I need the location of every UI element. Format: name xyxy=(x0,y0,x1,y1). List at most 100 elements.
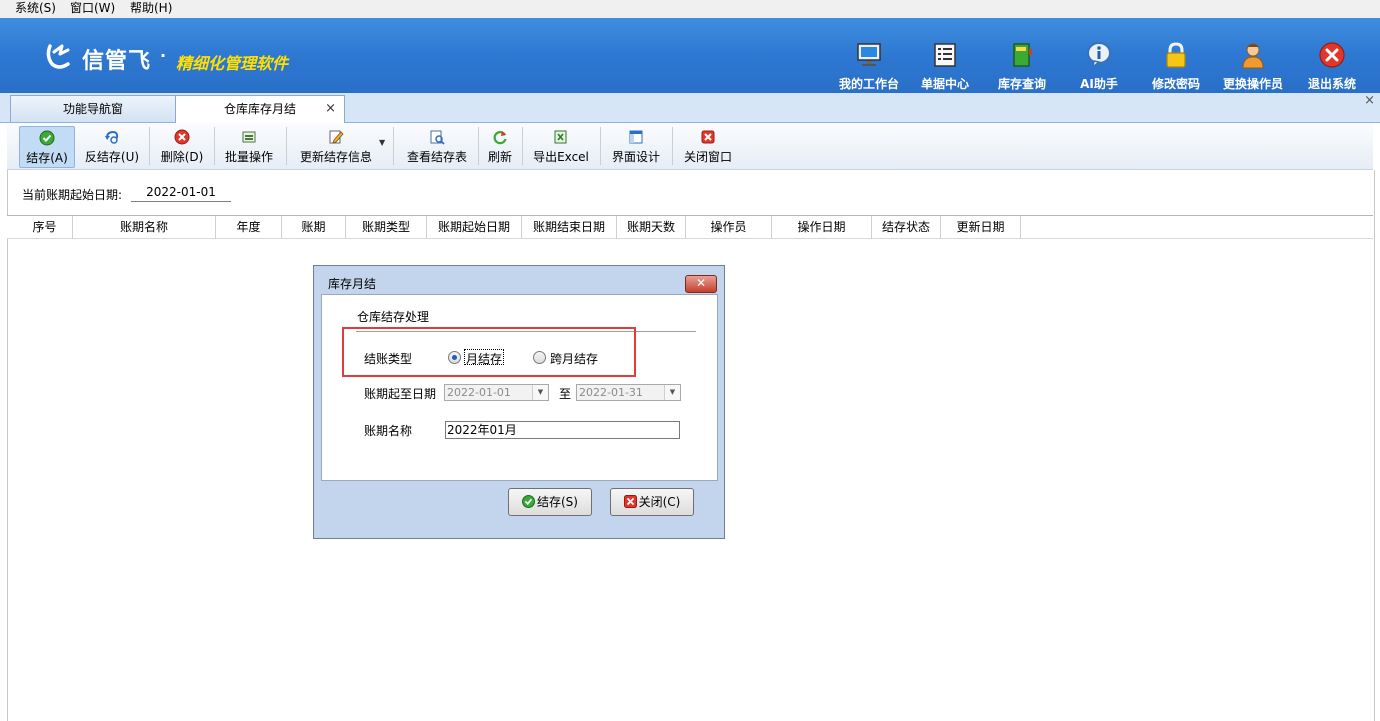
toolbar-label: 反结存(U) xyxy=(84,150,140,164)
period-name-label: 账期名称 xyxy=(364,424,413,438)
col-header-update-date[interactable]: 更新日期 xyxy=(941,216,1021,238)
dialog-section-title: 仓库结存处理 xyxy=(357,310,430,324)
toolbar-separator xyxy=(393,127,394,165)
dialog-close-button[interactable]: 关闭(C) xyxy=(610,488,694,516)
header-btn-documents[interactable]: 单据中心 xyxy=(907,38,983,92)
header-btn-label: 修改密码 xyxy=(1151,77,1200,91)
toolbar-label: 删除(D) xyxy=(160,150,204,164)
undo-icon xyxy=(105,130,119,144)
edit-icon xyxy=(329,130,344,144)
col-header-operate-date[interactable]: 操作日期 xyxy=(772,216,872,238)
header-btn-change-password[interactable]: 修改密码 xyxy=(1138,38,1214,92)
header-btn-ai-assistant[interactable]: AI助手 xyxy=(1061,38,1137,92)
toolbar-label: 更新结存信息 xyxy=(299,150,372,164)
tab-function-nav[interactable]: 功能导航窗 xyxy=(10,95,176,122)
tab-strip: 功能导航窗 仓库库存月结 × × xyxy=(0,93,1380,123)
dialog-save-label: 结存(S) xyxy=(537,495,578,509)
toolbar-export-excel-button[interactable]: 导出Excel xyxy=(527,126,595,166)
menu-window[interactable]: 窗口(W) xyxy=(70,1,115,16)
header-btn-stock-query[interactable]: 库存查询 xyxy=(984,38,1060,92)
radio-month-balance-label[interactable]: 月结存 xyxy=(466,350,502,367)
header-btn-workbench[interactable]: 我的工作台 xyxy=(831,38,907,92)
tab-label: 功能导航窗 xyxy=(62,102,123,116)
toolbar-label: 批量操作 xyxy=(224,150,273,164)
monitor-icon xyxy=(857,43,881,66)
toolbar-separator xyxy=(672,127,673,165)
dialog-title: 库存月结 xyxy=(328,277,377,291)
header-btn-label: 库存查询 xyxy=(997,77,1046,91)
book-icon xyxy=(1013,43,1032,67)
tab-label: 仓库库存月结 xyxy=(223,102,296,116)
menu-help[interactable]: 帮助(H) xyxy=(130,1,172,16)
period-name-input[interactable]: 2022年01月 xyxy=(445,421,680,439)
header-banner: 信管飞 · 精细化管理软件 我的工作台 单据中心 库存查询 AI助手 修改密码 … xyxy=(0,18,1380,93)
logo-icon xyxy=(46,44,70,69)
toolbar-layout-design-button[interactable]: 界面设计 xyxy=(605,126,667,166)
logo-text: 信管飞 xyxy=(82,49,152,74)
toolbar-label: 界面设计 xyxy=(611,150,660,164)
balance-type-label: 结账类型 xyxy=(364,352,413,366)
header-btn-label: 单据中心 xyxy=(920,77,969,91)
radio-cross-month-label[interactable]: 跨月结存 xyxy=(550,350,598,367)
end-date-value: 2022-01-31 xyxy=(579,386,643,399)
col-header-start-date[interactable]: 账期起始日期 xyxy=(427,216,522,238)
toolbar-label: 关闭窗口 xyxy=(683,150,732,164)
col-header-end-date[interactable]: 账期结束日期 xyxy=(522,216,617,238)
user-icon xyxy=(1242,43,1264,69)
check-icon xyxy=(39,130,55,146)
tab-close-icon[interactable]: × xyxy=(325,96,336,122)
col-header-period-type[interactable]: 账期类型 xyxy=(346,216,427,238)
start-date-dropdown-icon[interactable]: ▼ xyxy=(532,385,548,400)
radio-month-balance[interactable] xyxy=(448,351,461,364)
header-btn-change-operator[interactable]: 更换操作员 xyxy=(1215,38,1291,92)
toolbar-separator xyxy=(522,127,523,165)
toolbar-delete-button[interactable]: 删除(D) xyxy=(154,126,210,166)
toolbar-refresh-button[interactable]: 刷新 xyxy=(483,126,517,166)
col-header-balance-status[interactable]: 结存状态 xyxy=(872,216,941,238)
update-dropdown-arrow-icon[interactable]: ▼ xyxy=(379,138,385,147)
start-date-input[interactable]: 2022-01-01 ▼ xyxy=(444,384,549,401)
toolbar-batch-button[interactable]: 批量操作 xyxy=(219,126,279,166)
document-list-icon xyxy=(934,43,956,67)
close-all-tabs-icon[interactable]: × xyxy=(1364,93,1375,108)
refresh-icon xyxy=(493,131,507,145)
header-btn-label: 退出系统 xyxy=(1307,77,1356,91)
period-range-label: 账期起至日期 xyxy=(364,387,437,401)
logo-dot: · xyxy=(160,46,167,65)
exit-icon xyxy=(1319,42,1345,68)
end-date-input[interactable]: 2022-01-31 ▼ xyxy=(576,384,681,401)
excel-icon xyxy=(554,130,567,144)
view-table-icon xyxy=(430,130,445,145)
col-header-index[interactable]: 序号 xyxy=(17,216,73,238)
end-date-dropdown-icon[interactable]: ▼ xyxy=(664,385,680,400)
toolbar-separator xyxy=(149,127,150,165)
col-header-period-name[interactable]: 账期名称 xyxy=(73,216,216,238)
toolbar-update-balance-button[interactable]: 更新结存信息 xyxy=(291,126,381,166)
toolbar-separator xyxy=(286,127,287,165)
header-btn-exit[interactable]: 退出系统 xyxy=(1294,38,1370,92)
toolbar: 结存(A) 反结存(U) 删除(D) 批量操作 更新结存信息 查看结存表 刷新 … xyxy=(7,123,1373,170)
batch-icon xyxy=(242,131,256,143)
menu-bar: 系统(S) 窗口(W) 帮助(H) xyxy=(0,0,1380,19)
dialog-close-icon[interactable]: ✕ xyxy=(685,275,717,293)
current-period-label: 当前账期起始日期: xyxy=(22,188,123,202)
col-header-days[interactable]: 账期天数 xyxy=(617,216,686,238)
radio-cross-month-balance[interactable] xyxy=(533,351,546,364)
col-header-period[interactable]: 账期 xyxy=(282,216,346,238)
lock-icon xyxy=(1166,42,1186,68)
toolbar-unbalance-button[interactable]: 反结存(U) xyxy=(79,126,145,166)
info-icon xyxy=(1087,42,1111,69)
tab-warehouse-monthly[interactable]: 仓库库存月结 × xyxy=(175,95,345,123)
toolbar-separator xyxy=(600,127,601,165)
toolbar-view-balance-button[interactable]: 查看结存表 xyxy=(399,126,475,166)
toolbar-label: 结存(A) xyxy=(26,151,68,165)
toolbar-label: 导出Excel xyxy=(533,150,589,164)
col-header-year[interactable]: 年度 xyxy=(216,216,282,238)
menu-system[interactable]: 系统(S) xyxy=(15,1,56,16)
toolbar-save-balance-button[interactable]: 结存(A) xyxy=(19,126,75,168)
toolbar-label: 刷新 xyxy=(487,150,512,164)
col-header-operator[interactable]: 操作员 xyxy=(686,216,772,238)
toolbar-close-window-button[interactable]: 关闭窗口 xyxy=(677,126,739,166)
dialog-save-button[interactable]: 结存(S) xyxy=(508,488,592,516)
header-btn-label: AI助手 xyxy=(1080,77,1118,91)
